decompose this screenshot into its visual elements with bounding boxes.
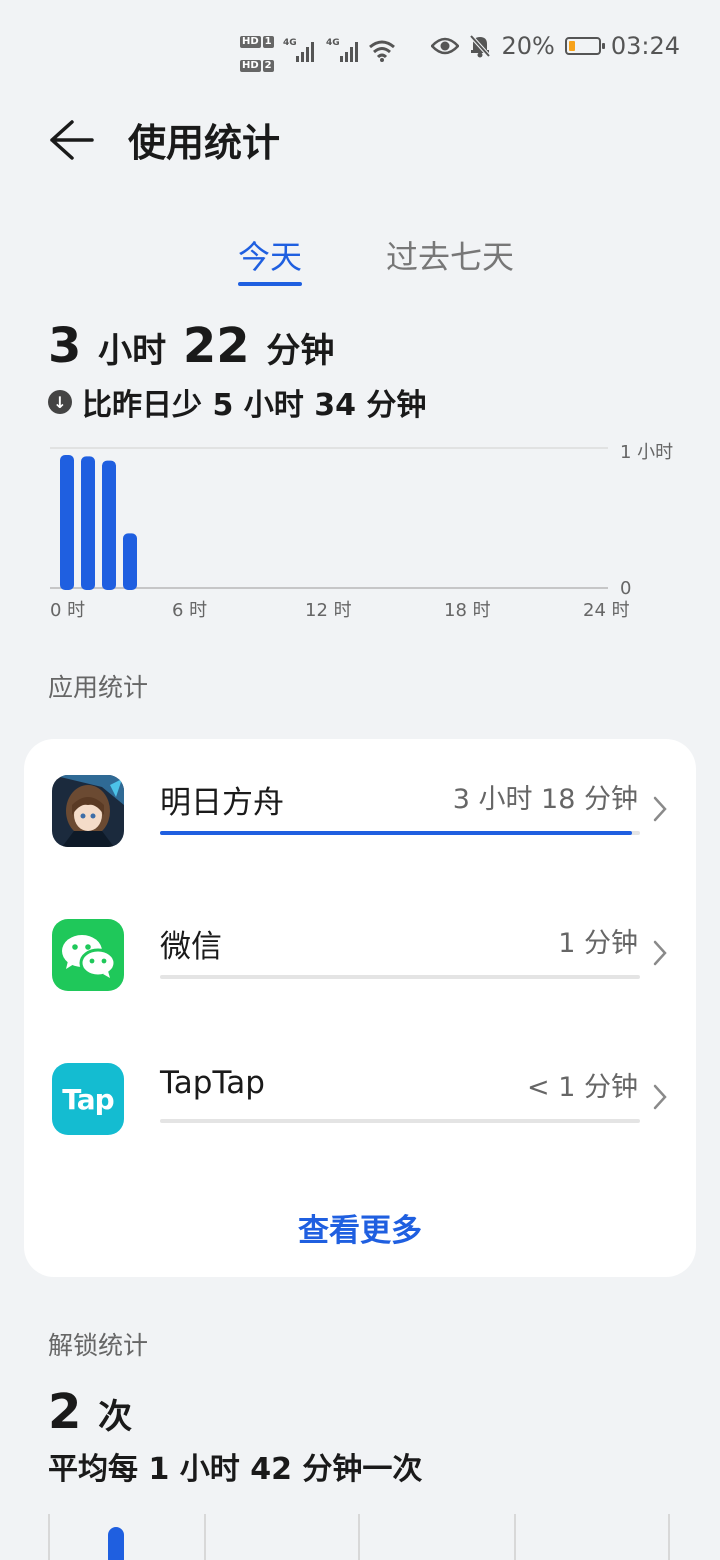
usage-comparison: ↓ 比昨日少 5 小时 34 分钟 — [48, 380, 426, 424]
chevron-right-icon — [653, 940, 667, 966]
comparison-text: 比昨日少 5 小时 34 分钟 — [82, 388, 427, 423]
usage-chart — [50, 447, 608, 590]
unlock-count: 2 次 — [48, 1384, 132, 1440]
y-tick-label: 1 小时 — [620, 442, 674, 463]
unlock-section-label: 解锁统计 — [48, 1331, 149, 1360]
usage-bar — [60, 455, 74, 590]
x-tick-label: 0 时 — [50, 600, 86, 621]
chevron-right-icon — [653, 1084, 667, 1110]
app-row-arknights[interactable]: 明日方舟 3 小时 18 分钟 — [24, 739, 696, 859]
page-title: 使用统计 — [128, 121, 281, 165]
active-tab-indicator — [238, 282, 302, 286]
app-name: 微信 — [160, 929, 222, 965]
bell-off-icon — [469, 34, 491, 58]
unlock-chart — [48, 1514, 670, 1560]
tab-today[interactable]: 今天 — [238, 232, 302, 278]
tab-last-seven-days[interactable]: 过去七天 — [386, 232, 514, 278]
unlock-average: 平均每 1 小时 42 分钟一次 — [48, 1452, 423, 1487]
usage-hours-unit: 小时 — [98, 331, 167, 371]
app-usage-bar — [160, 975, 640, 979]
clock: 03:24 — [610, 32, 680, 60]
wifi-icon — [369, 40, 395, 62]
signal-2-icon — [340, 40, 358, 62]
apps-section-label: 应用统计 — [48, 673, 149, 702]
x-tick-label: 6 时 — [172, 600, 208, 621]
app-usage-bar — [160, 831, 640, 835]
app-row-taptap[interactable]: Tap TapTap < 1 分钟 — [24, 1027, 696, 1147]
app-usage-time: < 1 分钟 — [527, 1072, 638, 1103]
sim2-indicator: HD 2 — [240, 58, 276, 72]
app-usage-bar — [160, 1119, 640, 1123]
eye-icon — [431, 37, 460, 55]
arrow-down-icon: ↓ — [48, 390, 72, 414]
taptap-icon: Tap — [52, 1063, 124, 1135]
network-type-1: 4G — [283, 38, 297, 48]
usage-minutes-unit: 分钟 — [266, 331, 335, 371]
x-tick-label: 12 时 — [305, 600, 352, 621]
sim1-indicator: HD 1 — [240, 34, 276, 48]
usage-bar — [102, 460, 116, 590]
taptap-logo-text: Tap — [62, 1082, 114, 1116]
usage-minutes: 22 — [182, 318, 250, 374]
unlock-count-unit: 次 — [98, 1397, 133, 1437]
battery-icon — [564, 37, 605, 55]
x-tick-label: 24 时 — [583, 600, 630, 621]
battery-percent: 20% — [501, 32, 555, 60]
arknights-icon — [52, 775, 124, 847]
usage-bar — [123, 533, 137, 590]
app-usage-card: 明日方舟 3 小时 18 分钟 微信 1 分钟 Tap TapTap < 1 分… — [24, 739, 696, 1277]
sim-number: 2 — [262, 60, 274, 72]
app-name: 明日方舟 — [160, 785, 284, 821]
hd-badge: HD — [240, 60, 261, 72]
hd-badge: HD — [240, 36, 261, 48]
usage-bar — [81, 456, 95, 590]
app-name: TapTap — [160, 1065, 265, 1101]
usage-hours: 3 — [48, 318, 82, 374]
battery-level — [568, 41, 575, 51]
chevron-right-icon — [653, 796, 667, 822]
back-arrow-icon[interactable] — [48, 118, 96, 162]
network-type-2: 4G — [326, 38, 340, 48]
see-more-button[interactable]: 查看更多 — [24, 1205, 696, 1250]
app-usage-bar-fill — [160, 831, 633, 835]
unlock-count-value: 2 — [48, 1384, 82, 1440]
app-row-wechat[interactable]: 微信 1 分钟 — [24, 883, 696, 1003]
x-tick-label: 18 时 — [444, 600, 491, 621]
sim-number: 1 — [262, 36, 274, 48]
total-usage: 3 小时 22 分钟 — [48, 318, 334, 374]
status-bar: HD 1 HD 2 4G 4G 20% 03:24 — [0, 0, 720, 96]
app-usage-time: 1 分钟 — [558, 928, 638, 959]
unlock-bar — [108, 1527, 124, 1560]
signal-1-icon — [296, 40, 314, 62]
wechat-icon — [52, 919, 124, 991]
status-right: 20% 03:24 — [431, 32, 680, 60]
app-usage-time: 3 小时 18 分钟 — [452, 784, 638, 815]
